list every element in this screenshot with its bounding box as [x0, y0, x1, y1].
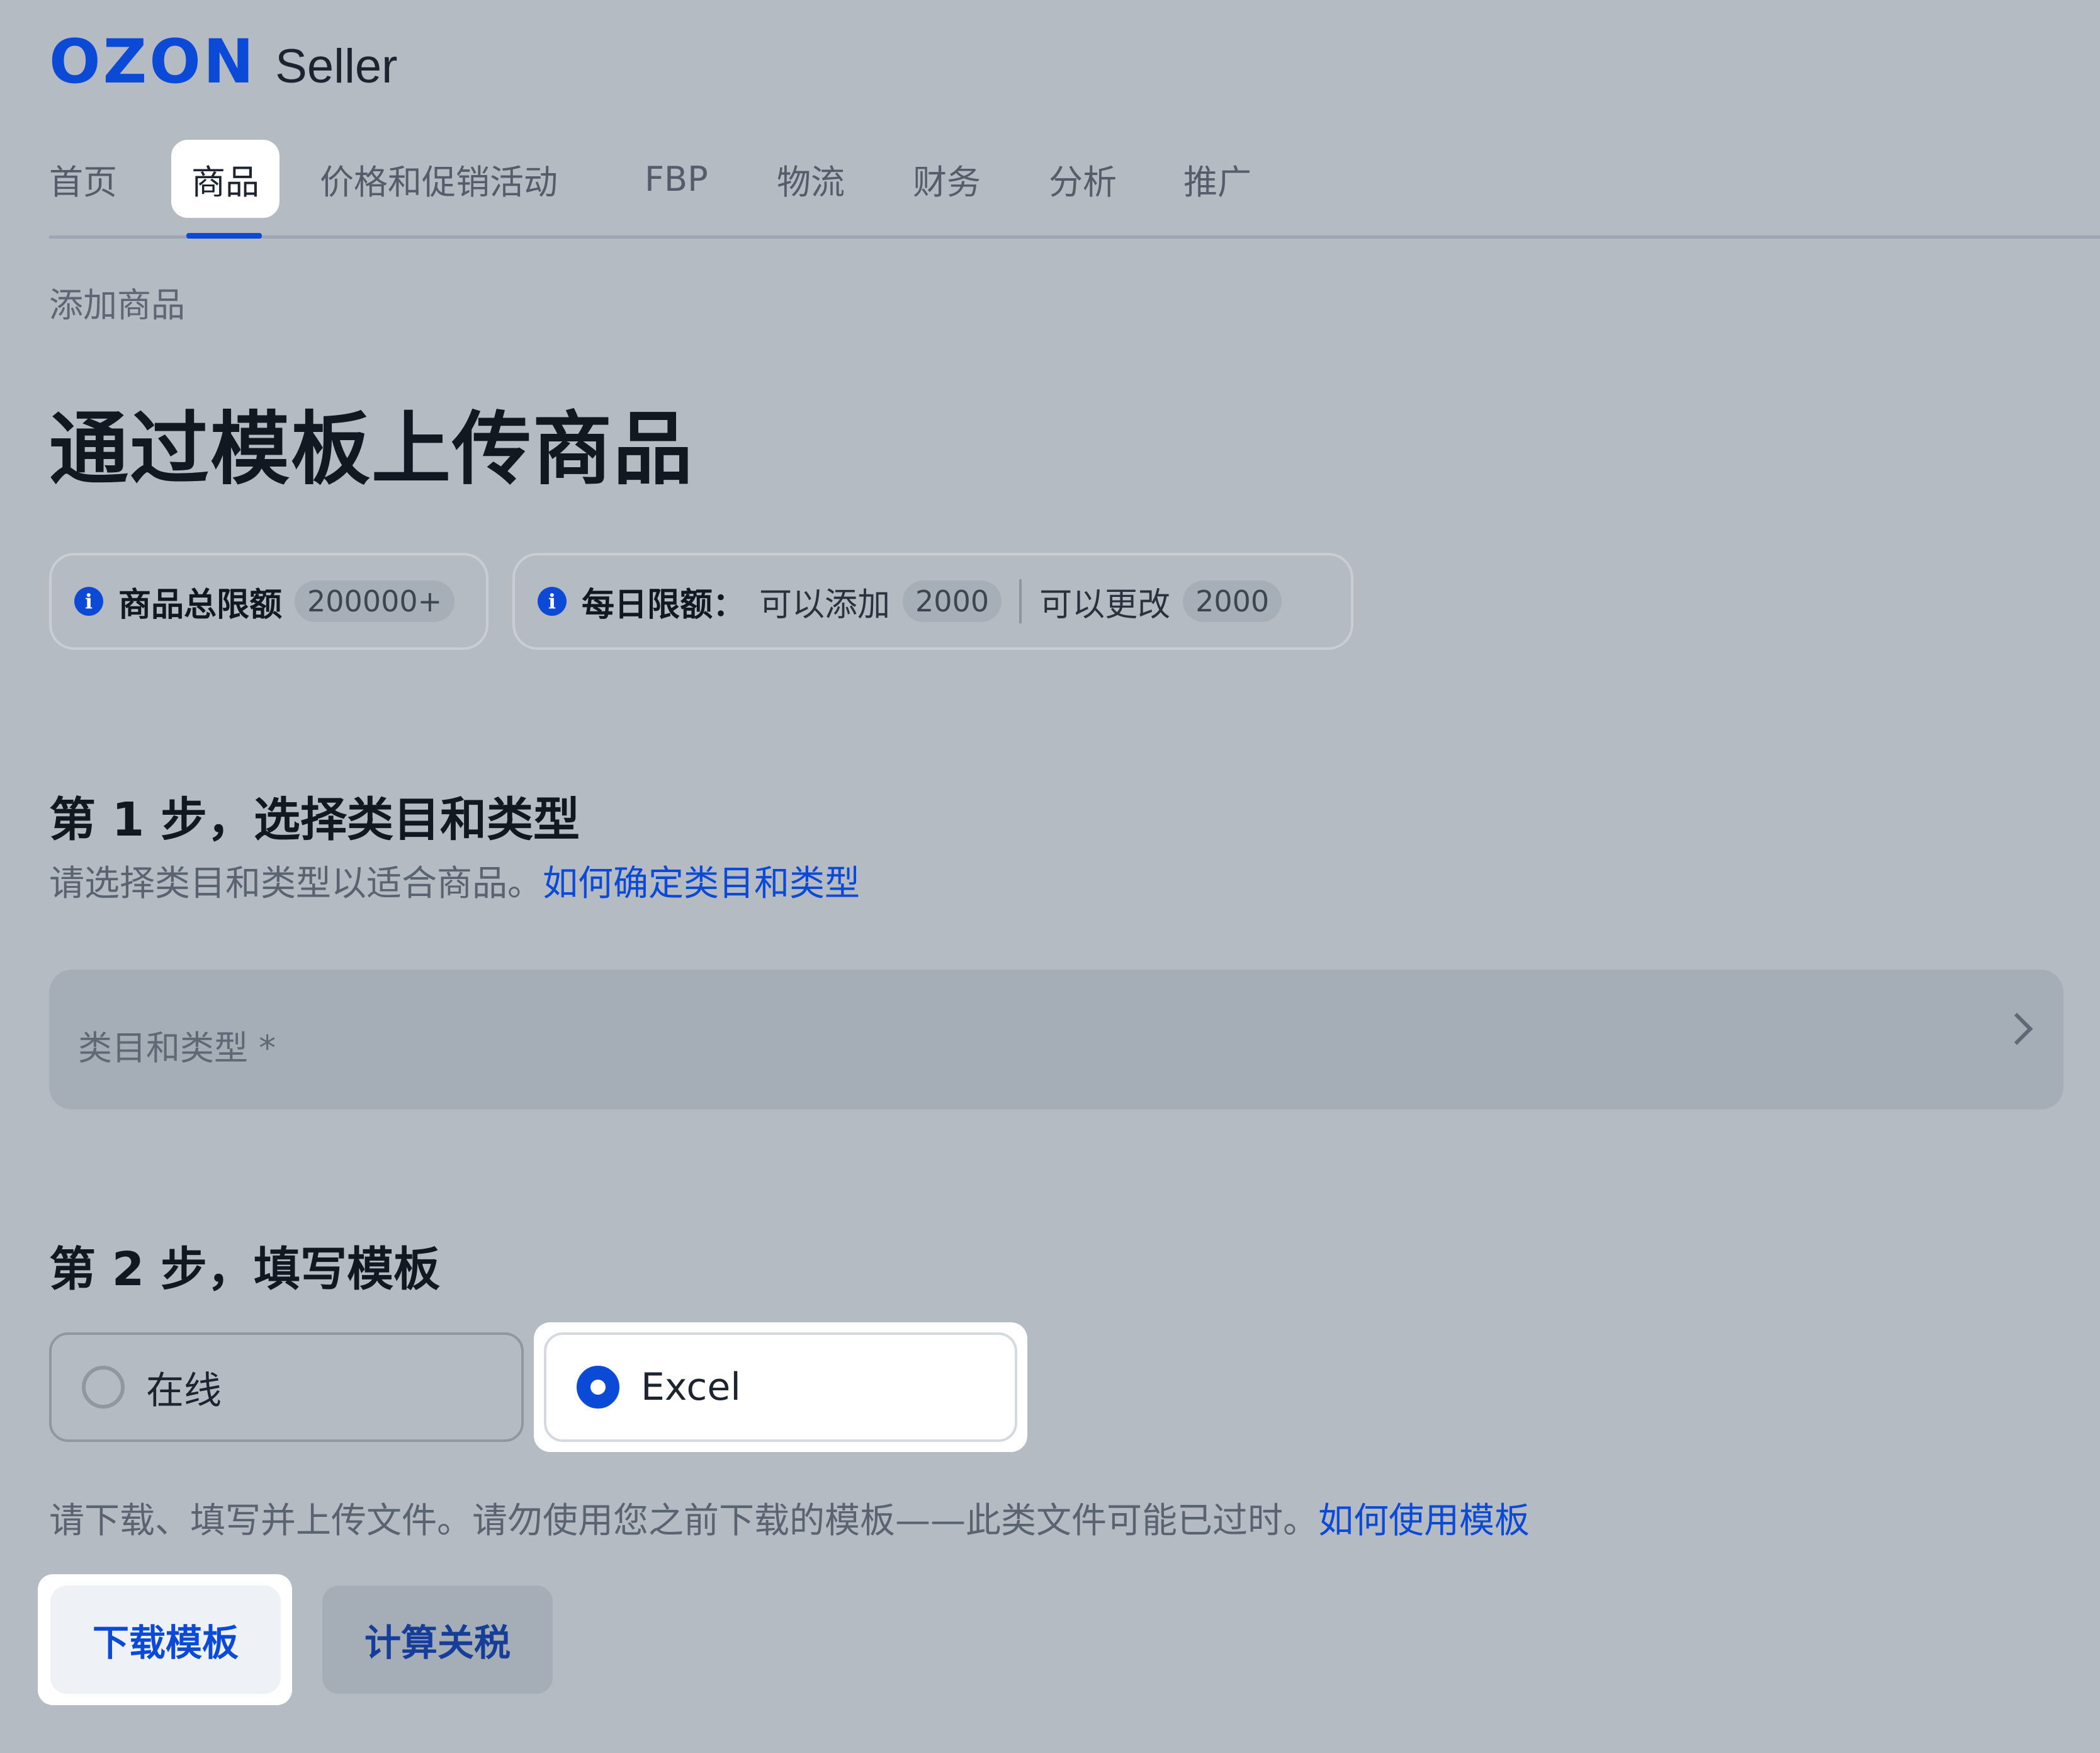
nav-divider	[49, 235, 2100, 239]
daily-edit-label: 可以更改	[1039, 586, 1171, 624]
category-type-placeholder: 类目和类型 *	[78, 1028, 276, 1068]
daily-limit-label: 每日限额：	[582, 586, 746, 624]
tab-fbp[interactable]: FBP	[645, 140, 708, 218]
radio-icon	[82, 1366, 125, 1409]
tab-finance[interactable]: 财务	[913, 140, 981, 218]
step1-description-text: 请选择类目和类型以适合商品。	[49, 863, 543, 904]
tab-products[interactable]: 商品	[171, 140, 279, 218]
radio-excel-label: Excel	[641, 1365, 741, 1409]
radio-online-label: 在线	[146, 1368, 222, 1413]
total-limit-pill: i 商品总限额 200000+	[49, 553, 488, 650]
step1-title: 第 1 步，选择类目和类型	[49, 793, 580, 847]
active-tab-indicator	[186, 233, 262, 239]
pill-separator	[1019, 579, 1022, 623]
step2-help-link[interactable]: 如何使用模板	[1318, 1501, 1530, 1541]
step1-description: 请选择类目和类型以适合商品。如何确定类目和类型	[49, 855, 860, 906]
seller-logo-text: Seller	[275, 40, 398, 93]
total-limit-badge: 200000+	[295, 581, 455, 622]
page-title: 通过模板上传商品	[49, 403, 694, 496]
tab-prices-promotions[interactable]: 价格和促销活动	[320, 140, 558, 218]
daily-limit-pill: i 每日限额： 可以添加 2000 可以更改 2000	[512, 553, 1353, 650]
tab-logistics[interactable]: 物流	[777, 140, 845, 218]
step2-description-text: 请下载、填写并上传文件。请勿使用您之前下载的模板——此类文件可能已过时。	[49, 1501, 1318, 1541]
tab-home[interactable]: 首页	[49, 140, 117, 218]
tab-promotion[interactable]: 推广	[1183, 140, 1251, 218]
info-icon: i	[74, 587, 103, 616]
total-limit-label: 商品总限额	[118, 586, 283, 624]
download-template-button[interactable]: 下载模板	[50, 1586, 281, 1694]
radio-excel[interactable]: Excel	[544, 1332, 1017, 1442]
daily-add-label: 可以添加	[759, 586, 891, 624]
chevron-right-icon	[2001, 1013, 2033, 1045]
breadcrumb[interactable]: 添加商品	[49, 277, 185, 327]
main-nav: 首页 商品 价格和促销活动 FBP 物流 财务 分析 推广	[49, 140, 2100, 239]
ozon-seller-logo[interactable]: OZON Seller	[49, 31, 397, 92]
calculate-tariff-button[interactable]: 计算关税	[322, 1586, 553, 1694]
step2-title: 第 2 步，填写模板	[49, 1242, 441, 1296]
ozon-logo-text: OZON	[49, 26, 257, 97]
daily-add-badge: 2000	[903, 581, 1002, 622]
radio-icon	[577, 1366, 619, 1409]
info-icon: i	[538, 587, 567, 616]
category-type-select[interactable]: 类目和类型 *	[49, 970, 2063, 1109]
daily-edit-badge: 2000	[1183, 581, 1282, 622]
tab-analytics[interactable]: 分析	[1049, 140, 1117, 218]
step2-description: 请下载、填写并上传文件。请勿使用您之前下载的模板——此类文件可能已过时。如何使用…	[49, 1492, 1530, 1543]
radio-online[interactable]: 在线	[49, 1332, 524, 1442]
step1-help-link[interactable]: 如何确定类目和类型	[543, 863, 860, 904]
